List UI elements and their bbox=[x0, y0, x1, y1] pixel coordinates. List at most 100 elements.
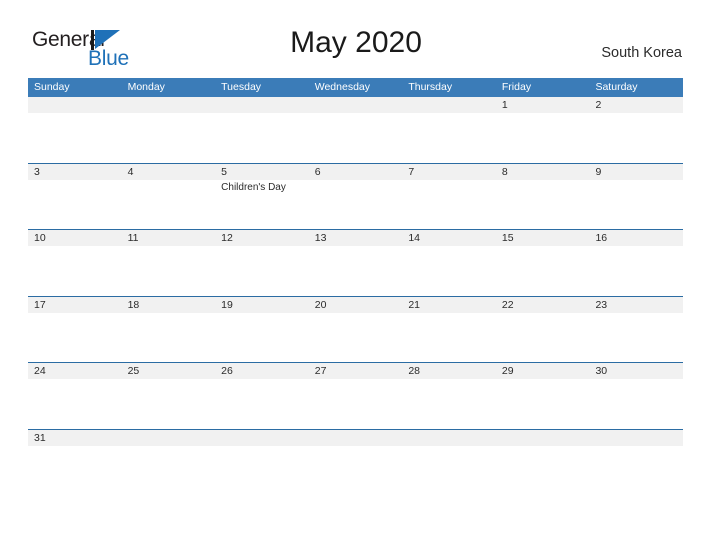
day-number: 28 bbox=[408, 365, 420, 377]
day-number: 24 bbox=[34, 365, 46, 377]
day-cell[interactable]: 6 bbox=[309, 164, 403, 230]
weekday-header-tuesday: Tuesday bbox=[221, 81, 262, 93]
day-number bbox=[34, 98, 122, 113]
day-number: 14 bbox=[408, 232, 420, 244]
day-cell[interactable] bbox=[309, 430, 403, 496]
day-number: 20 bbox=[314, 298, 327, 311]
day-cell[interactable]: 26 bbox=[215, 363, 309, 429]
day-cell[interactable]: 27 bbox=[309, 363, 403, 429]
day-number: 2 bbox=[595, 99, 602, 111]
day-number: 1 bbox=[501, 99, 508, 111]
day-cell[interactable]: 12 bbox=[215, 230, 309, 296]
day-number bbox=[221, 431, 309, 446]
weekday-header-monday: Monday bbox=[127, 81, 165, 93]
weekday-header-thursday: Thursday bbox=[408, 81, 453, 93]
day-number: 4 bbox=[127, 165, 134, 178]
day-cell[interactable]: 19 bbox=[215, 297, 309, 363]
day-cell[interactable]: 25 bbox=[122, 363, 216, 429]
day-cell[interactable]: 18 bbox=[122, 297, 216, 363]
day-cell[interactable]: 7 bbox=[402, 164, 496, 230]
day-number: 29 bbox=[501, 365, 514, 377]
day-cell[interactable] bbox=[215, 430, 309, 496]
day-number bbox=[315, 98, 403, 113]
day-cell[interactable]: 28 bbox=[402, 363, 496, 429]
day-number bbox=[502, 431, 590, 446]
day-cell[interactable]: 23 bbox=[589, 297, 683, 363]
day-cell[interactable]: 17 bbox=[28, 297, 122, 363]
day-number: 9 bbox=[595, 165, 602, 178]
day-number bbox=[408, 431, 496, 446]
day-number: 21 bbox=[408, 298, 420, 311]
weekday-header-row: Sunday Monday Tuesday Wednesday Thursday… bbox=[28, 78, 683, 97]
day-number: 23 bbox=[595, 298, 608, 311]
day-number: 6 bbox=[314, 165, 321, 178]
day-number: 26 bbox=[221, 365, 233, 377]
day-cell[interactable] bbox=[215, 97, 309, 163]
day-cell[interactable] bbox=[309, 97, 403, 163]
calendar-page: General Blue May 2020 South Korea Sunday… bbox=[0, 0, 712, 550]
day-number: 8 bbox=[501, 165, 508, 178]
day-number bbox=[128, 431, 216, 446]
day-number bbox=[595, 431, 683, 446]
week-row: 1 2 bbox=[28, 97, 683, 163]
day-cell[interactable]: 15 bbox=[496, 230, 590, 296]
day-cell[interactable]: 3 bbox=[28, 164, 122, 230]
day-cell[interactable]: 9 bbox=[589, 164, 683, 230]
day-number: 15 bbox=[501, 232, 514, 244]
day-cell[interactable]: 10 bbox=[28, 230, 122, 296]
day-number: 31 bbox=[34, 431, 46, 444]
day-number bbox=[128, 98, 216, 113]
day-number: 5 bbox=[221, 165, 227, 178]
day-cell[interactable]: 24 bbox=[28, 363, 122, 429]
day-number: 19 bbox=[221, 298, 233, 311]
day-cell[interactable]: 16 bbox=[589, 230, 683, 296]
day-number: 3 bbox=[34, 165, 40, 178]
day-cell[interactable]: 8 bbox=[496, 164, 590, 230]
day-cell[interactable] bbox=[402, 97, 496, 163]
calendar-grid: Sunday Monday Tuesday Wednesday Thursday… bbox=[28, 78, 683, 495]
day-number: 12 bbox=[221, 232, 233, 244]
day-cell[interactable]: 4 bbox=[122, 164, 216, 230]
day-cell[interactable]: 22 bbox=[496, 297, 590, 363]
day-number: 25 bbox=[127, 365, 140, 377]
day-number: 13 bbox=[314, 232, 327, 244]
week-row: 3 4 5 Children's Day 6 7 8 9 bbox=[28, 162, 683, 230]
day-event: Children's Day bbox=[221, 181, 286, 193]
day-number: 7 bbox=[408, 165, 415, 178]
day-cell[interactable]: 13 bbox=[309, 230, 403, 296]
week-row: 10 11 12 13 14 15 16 bbox=[28, 229, 683, 296]
day-cell[interactable]: 30 bbox=[589, 363, 683, 429]
weekday-header-saturday: Saturday bbox=[595, 81, 638, 93]
week-row: 31 bbox=[28, 428, 683, 496]
week-row: 17 18 19 20 21 22 23 bbox=[28, 295, 683, 363]
day-cell[interactable]: 2 bbox=[589, 97, 683, 163]
weekday-header-friday: Friday bbox=[501, 81, 532, 93]
day-cell[interactable]: 20 bbox=[309, 297, 403, 363]
weekday-header-sunday: Sunday bbox=[34, 81, 70, 93]
week-row: 24 25 26 27 28 29 30 bbox=[28, 362, 683, 429]
day-number: 11 bbox=[127, 232, 139, 244]
region-label: South Korea bbox=[601, 45, 682, 61]
day-number: 30 bbox=[595, 365, 608, 377]
day-cell[interactable] bbox=[122, 97, 216, 163]
day-cell[interactable]: 11 bbox=[122, 230, 216, 296]
day-cell[interactable]: 31 bbox=[28, 430, 122, 496]
day-cell[interactable]: 29 bbox=[496, 363, 590, 429]
day-number: 22 bbox=[501, 298, 514, 311]
day-cell[interactable]: 21 bbox=[402, 297, 496, 363]
day-cell[interactable] bbox=[496, 430, 590, 496]
day-cell[interactable] bbox=[402, 430, 496, 496]
page-header: General Blue May 2020 South Korea bbox=[0, 0, 712, 78]
day-number: 18 bbox=[127, 298, 140, 311]
day-cell[interactable]: 14 bbox=[402, 230, 496, 296]
day-number bbox=[408, 98, 496, 113]
day-cell[interactable]: 1 bbox=[496, 97, 590, 163]
day-cell[interactable] bbox=[28, 97, 122, 163]
day-number: 27 bbox=[314, 365, 327, 377]
day-number: 10 bbox=[34, 232, 46, 244]
weekday-header-wednesday: Wednesday bbox=[314, 81, 370, 93]
day-cell[interactable]: 5 Children's Day bbox=[215, 164, 309, 230]
day-number bbox=[221, 98, 309, 113]
day-cell[interactable] bbox=[589, 430, 683, 496]
day-cell[interactable] bbox=[122, 430, 216, 496]
